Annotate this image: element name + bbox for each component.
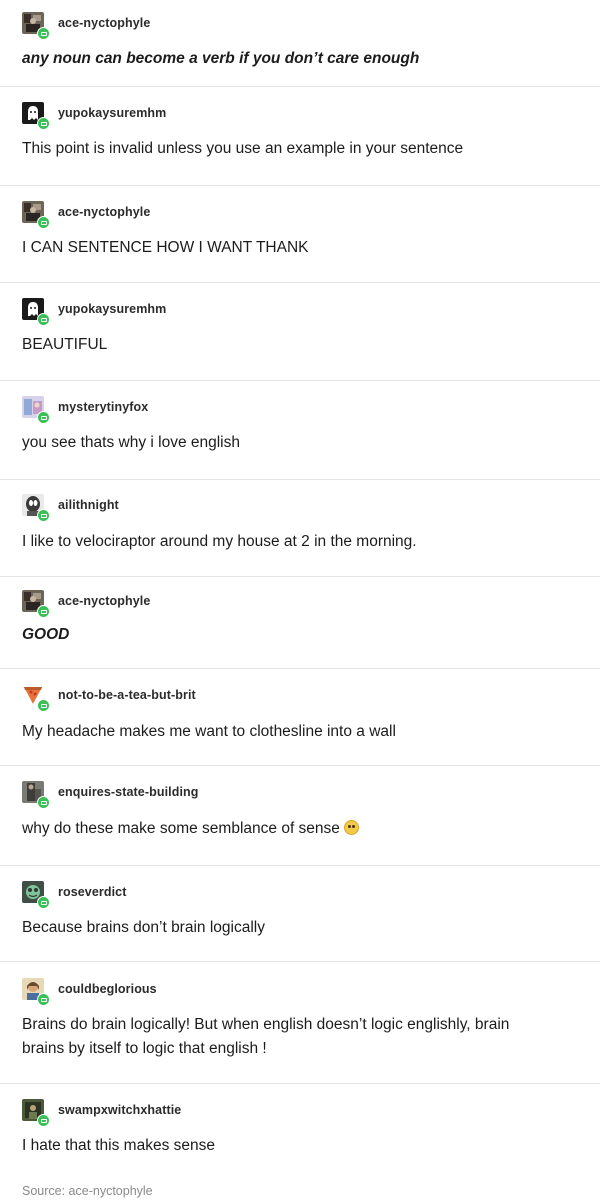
- username[interactable]: couldbeglorious: [58, 982, 157, 996]
- avatar-container[interactable]: [22, 12, 50, 40]
- post-text: I hate that this makes sense: [22, 1137, 215, 1154]
- post-header: swampxwitchxhattie: [22, 1096, 578, 1127]
- post-header: not-to-be-a-tea-but-brit: [22, 681, 578, 712]
- username[interactable]: not-to-be-a-tea-but-brit: [58, 688, 196, 702]
- username[interactable]: ace-nyctophyle: [58, 16, 150, 30]
- follow-badge-icon[interactable]: [37, 993, 50, 1006]
- post-header: roseverdict: [22, 878, 578, 909]
- username[interactable]: ace-nyctophyle: [58, 205, 150, 219]
- avatar-container[interactable]: [22, 396, 50, 424]
- avatar-container[interactable]: [22, 298, 50, 326]
- worried-face-emoji-icon: [343, 820, 359, 835]
- post-header: couldbeglorious: [22, 975, 578, 1006]
- post-text-line: brains by itself to logic that english !: [22, 1040, 267, 1057]
- post-text-content: why do these make some semblance of sens…: [22, 820, 340, 837]
- username[interactable]: yupokaysuremhm: [58, 106, 166, 120]
- post-header: yupokaysuremhm: [22, 99, 578, 130]
- username[interactable]: mysterytinyfox: [58, 400, 148, 414]
- avatar-container[interactable]: [22, 978, 50, 1006]
- username[interactable]: swampxwitchxhattie: [58, 1103, 181, 1117]
- post-text: I CAN SENTENCE HOW I WANT THANK: [22, 239, 309, 256]
- avatar-container[interactable]: [22, 494, 50, 522]
- post-text-line: Brains do brain logically! But when engl…: [22, 1016, 510, 1033]
- source-attribution[interactable]: Source: ace-nyctophyle: [22, 1184, 153, 1198]
- post-text: My headache makes me want to clothesline…: [22, 723, 396, 740]
- reblog-post: ace-nyctophyle I CAN SENTENCE HOW I WANT…: [0, 186, 600, 283]
- reblog-post: roseverdict Because brains don’t brain l…: [0, 866, 600, 962]
- post-text: you see thats why i love english: [22, 434, 240, 451]
- reblog-post: enquires-state-building why do these mak…: [0, 766, 600, 866]
- reblog-thread: ace-nyctophyle any noun can become a ver…: [0, 0, 600, 1182]
- post-text: why do these make some semblance of sens…: [22, 817, 578, 841]
- follow-badge-icon[interactable]: [37, 117, 50, 130]
- post-header: ace-nyctophyle: [22, 9, 578, 40]
- follow-badge-icon[interactable]: [37, 411, 50, 424]
- reblog-post: ailithnight I like to velociraptor aroun…: [0, 480, 600, 577]
- follow-badge-icon[interactable]: [37, 699, 50, 712]
- post-text: Brains do brain logically! But when engl…: [22, 1013, 578, 1061]
- post-text: GOOD: [22, 626, 70, 643]
- reblog-post: yupokaysuremhm This point is invalid unl…: [0, 87, 600, 186]
- avatar-container[interactable]: [22, 781, 50, 809]
- reblog-post: not-to-be-a-tea-but-brit My headache mak…: [0, 669, 600, 766]
- reblog-post: ace-nyctophyle any noun can become a ver…: [0, 0, 600, 87]
- follow-badge-icon[interactable]: [37, 1114, 50, 1127]
- follow-badge-icon[interactable]: [37, 605, 50, 618]
- avatar-container[interactable]: [22, 684, 50, 712]
- post-text: I like to velociraptor around my house a…: [22, 533, 417, 550]
- post-header: ailithnight: [22, 491, 578, 522]
- avatar-container[interactable]: [22, 590, 50, 618]
- post-text: any noun can become a verb if you don’t …: [22, 50, 420, 67]
- reblog-post: mysterytinyfox you see thats why i love …: [0, 381, 600, 480]
- post-text: This point is invalid unless you use an …: [22, 140, 464, 157]
- post-header: ace-nyctophyle: [22, 587, 578, 618]
- post-text: Because brains don’t brain logically: [22, 919, 265, 936]
- follow-badge-icon[interactable]: [37, 313, 50, 326]
- username[interactable]: ace-nyctophyle: [58, 594, 150, 608]
- follow-badge-icon[interactable]: [37, 27, 50, 40]
- follow-badge-icon[interactable]: [37, 896, 50, 909]
- avatar-container[interactable]: [22, 881, 50, 909]
- post-header: yupokaysuremhm: [22, 295, 578, 326]
- reblog-post: couldbeglorious Brains do brain logicall…: [0, 962, 600, 1084]
- follow-badge-icon[interactable]: [37, 796, 50, 809]
- post-header: ace-nyctophyle: [22, 198, 578, 229]
- username[interactable]: ailithnight: [58, 498, 119, 512]
- username[interactable]: yupokaysuremhm: [58, 302, 166, 316]
- avatar-container[interactable]: [22, 102, 50, 130]
- reblog-post: yupokaysuremhm BEAUTIFUL: [0, 283, 600, 381]
- avatar-container[interactable]: [22, 201, 50, 229]
- post-text: BEAUTIFUL: [22, 336, 108, 353]
- reblog-post: ace-nyctophyle GOOD: [0, 577, 600, 669]
- username[interactable]: roseverdict: [58, 885, 127, 899]
- avatar-container[interactable]: [22, 1099, 50, 1127]
- follow-badge-icon[interactable]: [37, 216, 50, 229]
- post-header: enquires-state-building: [22, 778, 578, 809]
- post-header: mysterytinyfox: [22, 393, 578, 424]
- reblog-post: swampxwitchxhattie I hate that this make…: [0, 1084, 600, 1182]
- username[interactable]: enquires-state-building: [58, 785, 199, 799]
- follow-badge-icon[interactable]: [37, 509, 50, 522]
